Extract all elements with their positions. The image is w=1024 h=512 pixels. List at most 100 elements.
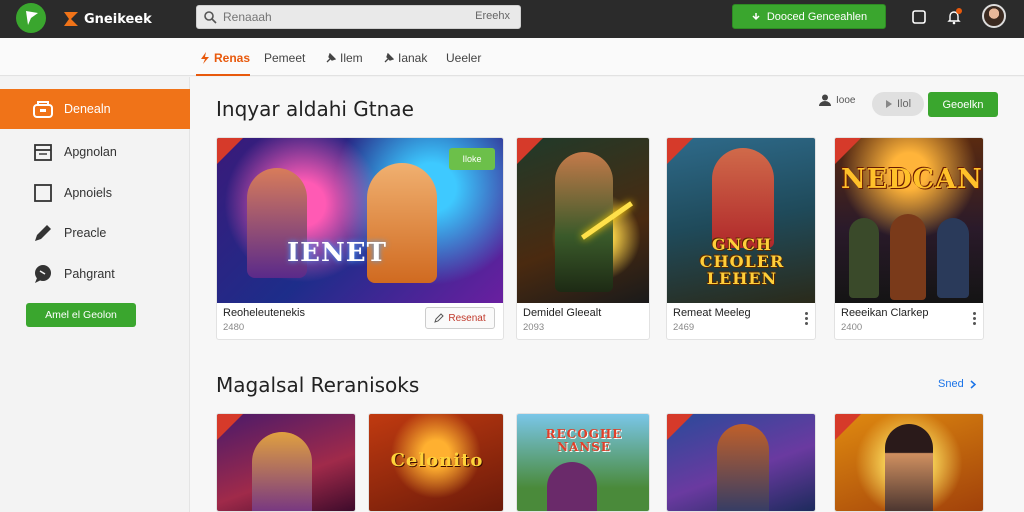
game-art: RECOGHE NANSE xyxy=(517,414,649,511)
see-all-link[interactable]: Sned xyxy=(938,378,976,390)
game-card[interactable]: RECOGHE NANSE xyxy=(516,413,650,512)
ribbon-badge xyxy=(667,138,693,164)
download-icon xyxy=(752,12,760,20)
search-icon xyxy=(204,11,217,24)
game-art: NEDCAN xyxy=(835,138,983,303)
game-count: 2400 xyxy=(841,322,863,333)
top-cta-label: Dooced Genceahlen xyxy=(766,10,868,23)
character-figure xyxy=(885,424,933,511)
tab-pemeet[interactable]: Pemeet xyxy=(264,48,305,68)
game-card[interactable]: Celonito xyxy=(368,413,504,512)
main-content: Inqyar aldahi Gtnae Iooe Ilol Geoelkn IE… xyxy=(190,77,1024,512)
game-card[interactable] xyxy=(666,413,816,512)
sidebar-item-denealn[interactable]: Denealn xyxy=(0,89,190,129)
game-title: Demidel Gleealt xyxy=(523,307,602,319)
sidebar: Denealn Apgnolan Apnoiels Preacle Pahgra… xyxy=(0,77,190,512)
sort-control[interactable]: Iooe xyxy=(818,93,855,107)
tab-ueeler[interactable]: Ueeler xyxy=(446,48,481,68)
game-badge: Iloke xyxy=(449,148,495,170)
chevron-right-icon xyxy=(970,379,976,389)
game-art-title: Celonito xyxy=(390,450,484,471)
ribbon-badge xyxy=(835,414,861,440)
game-info: Remeat Meeleg 2469 xyxy=(667,301,815,339)
tab-ilem[interactable]: Ilem xyxy=(326,48,363,68)
search-filter[interactable]: Ereehx xyxy=(475,10,510,22)
app-logo-icon[interactable] xyxy=(16,3,46,33)
tab-label: Ianak xyxy=(398,51,428,65)
brand-mark-icon xyxy=(64,12,78,26)
game-info: Reoheleutenekis 2480 Resenat xyxy=(217,301,503,339)
game-art: GNCH CHOLER LEHEN xyxy=(667,138,815,303)
game-card[interactable]: GNCH CHOLER LEHEN Remeat Meeleg 2469 xyxy=(666,137,816,340)
store-icon xyxy=(33,101,53,118)
lightning-icon xyxy=(201,52,209,64)
search-box[interactable]: Ereehx xyxy=(196,5,521,29)
game-art xyxy=(835,414,983,511)
tab-label: Ueeler xyxy=(446,51,482,65)
avatar[interactable] xyxy=(982,4,1006,28)
game-art-title: GNCH CHOLER LEHEN xyxy=(699,235,785,288)
character-figure xyxy=(890,214,926,300)
sidebar-item-label: Apnoiels xyxy=(64,186,112,200)
tab-label: Renas xyxy=(214,51,251,65)
game-info: Reeeikan Clarkep 2400 xyxy=(835,301,983,339)
tab-renas[interactable]: Renas xyxy=(200,48,250,68)
game-title: Reeeikan Clarkep xyxy=(841,307,929,319)
section-title: Inqyar aldahi Gtnae xyxy=(216,97,414,121)
game-card[interactable] xyxy=(834,413,984,512)
game-title: Reoheleutenekis xyxy=(223,307,305,319)
sidebar-item-label: Denealn xyxy=(64,102,111,116)
character-figure xyxy=(252,432,312,511)
top-cta-button[interactable]: Dooced Genceahlen xyxy=(732,4,886,29)
game-card[interactable]: Demidel Gleealt 2093 xyxy=(516,137,650,340)
game-art-title: IENET xyxy=(287,238,387,268)
game-card[interactable]: IENET Iloke Reoheleutenekis 2480 Resenat xyxy=(216,137,504,340)
card-action-label: Resenat xyxy=(448,312,486,324)
tab-ianak[interactable]: Ianak xyxy=(384,48,427,68)
ribbon-badge xyxy=(217,138,243,164)
window-icon[interactable] xyxy=(911,9,927,25)
section-action-button[interactable]: Geoelkn xyxy=(928,92,998,117)
game-art: IENET Iloke xyxy=(217,138,503,303)
game-title: Remeat Meeleg xyxy=(673,307,751,319)
sidebar-item-label: Preacle xyxy=(64,226,107,240)
sidebar-item-preacle[interactable]: Preacle xyxy=(0,213,190,253)
arrow-right-icon xyxy=(885,100,892,108)
sidebar-item-pahgrant[interactable]: Pahgrant xyxy=(0,254,190,294)
character-figure xyxy=(547,462,597,511)
ribbon-badge xyxy=(217,414,243,440)
notification-dot xyxy=(956,8,962,14)
game-art xyxy=(517,138,649,303)
top-bar: Gneikeek Ereehx Dooced Genceahlen xyxy=(0,0,1024,38)
brand[interactable]: Gneikeek xyxy=(62,9,152,29)
game-art-title: NEDCAN xyxy=(841,164,983,195)
edit-icon xyxy=(434,313,445,323)
brand-name: Gneikeek xyxy=(84,11,152,27)
view-toggle[interactable]: Ilol xyxy=(872,92,924,116)
calendar-icon xyxy=(34,144,52,161)
tab-label: Ilem xyxy=(340,51,363,65)
pencil-icon xyxy=(35,225,51,241)
character-figure xyxy=(712,148,774,248)
search-input[interactable] xyxy=(223,9,443,25)
game-art xyxy=(667,414,815,511)
game-count: 2480 xyxy=(223,322,245,333)
toggle-label: Ilol xyxy=(896,98,912,110)
chat-icon xyxy=(35,265,51,283)
ribbon-badge xyxy=(667,414,693,440)
sidebar-item-apnoiels[interactable]: Apnoiels xyxy=(0,173,190,213)
sub-nav: Renas Pemeet Ilem Ianak Ueeler xyxy=(0,38,1024,76)
game-card[interactable]: NEDCAN Reeeikan Clarkep 2400 xyxy=(834,137,984,340)
more-options-icon[interactable] xyxy=(973,312,977,326)
game-info: Demidel Gleealt 2093 xyxy=(517,301,649,339)
game-art-title: RECOGHE NANSE xyxy=(545,427,623,454)
game-art xyxy=(217,414,355,511)
more-options-icon[interactable] xyxy=(805,312,809,326)
character-figure xyxy=(717,424,769,511)
game-card[interactable] xyxy=(216,413,356,512)
active-tab-indicator xyxy=(196,74,250,76)
sidebar-item-label: Apgnolan xyxy=(64,145,117,159)
sidebar-cta-button[interactable]: Amel el Geolon xyxy=(26,303,136,327)
card-action-button[interactable]: Resenat xyxy=(425,307,495,329)
sidebar-item-apgnolan[interactable]: Apgnolan xyxy=(0,132,190,172)
